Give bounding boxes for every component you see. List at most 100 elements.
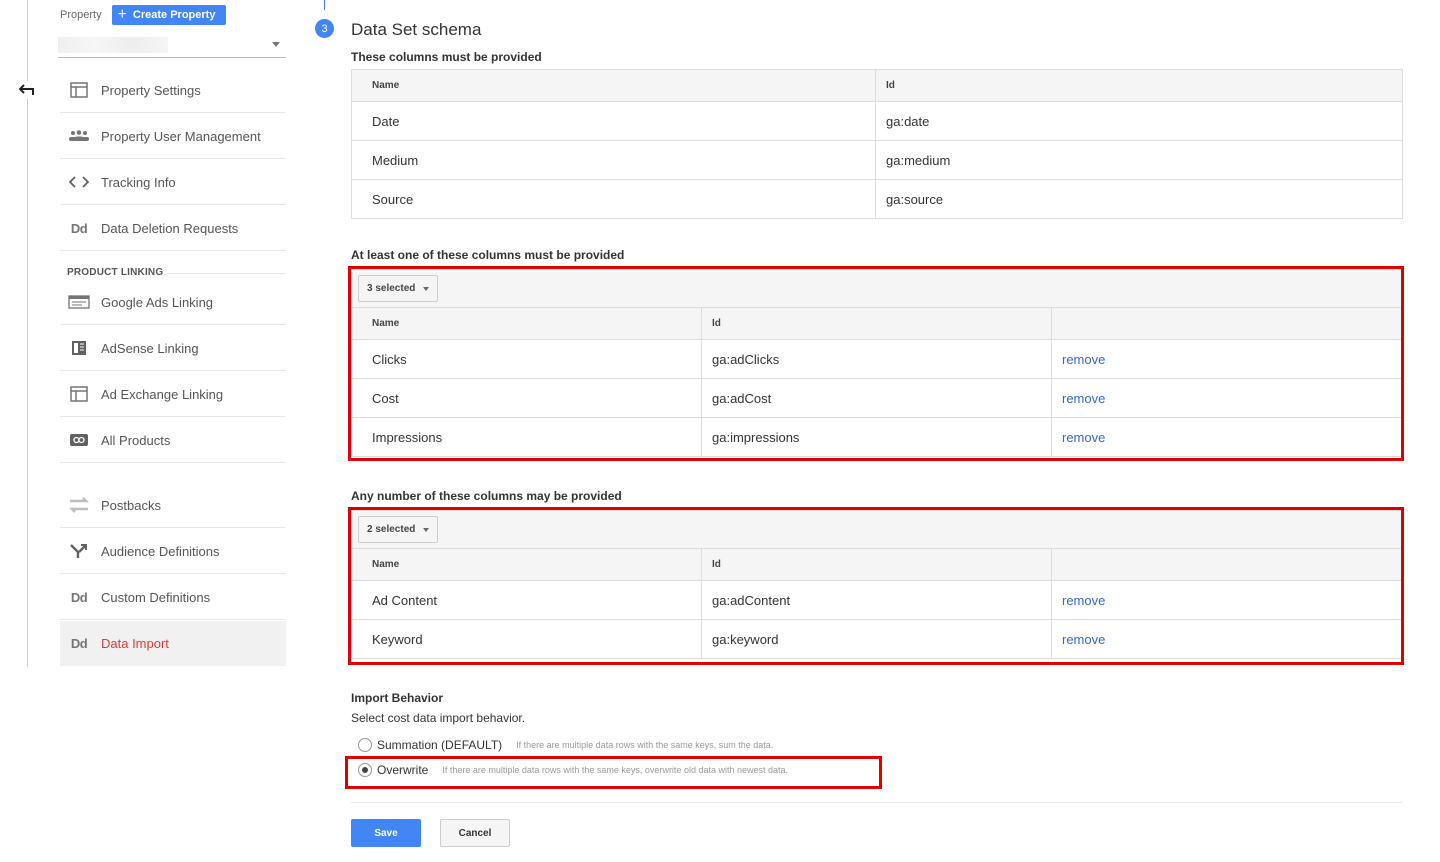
any-number-table: 2 selected Name Id Ad Content ga:adConte… [351, 510, 1403, 659]
summation-radio-option[interactable]: Summation (DEFAULT) If there are multipl… [358, 738, 773, 752]
sidebar-item-label: All Products [101, 432, 171, 448]
adsense-icon [68, 340, 90, 356]
link-icon [68, 434, 90, 446]
table-row: Medium ga:medium [351, 140, 1403, 180]
selected-count: 2 selected [367, 524, 416, 535]
chevron-down-icon [423, 286, 430, 291]
radio-description: If there are multiple data rows with the… [442, 765, 789, 775]
remove-link[interactable]: remove [1051, 417, 1403, 457]
row-name: Source [351, 179, 876, 219]
sidebar-item-data-import[interactable]: Dd Data Import [60, 621, 286, 666]
import-behavior-heading: Import Behavior [351, 691, 444, 705]
dd-icon: Dd [70, 589, 88, 605]
sidebar-item-tracking-info[interactable]: Tracking Info [60, 160, 286, 205]
radio-button-unchecked[interactable] [358, 738, 372, 752]
radio-description: If there are multiple data rows with the… [516, 740, 774, 750]
row-id: ga:medium [875, 140, 1403, 180]
dd-icon: Dd [70, 636, 88, 651]
sidebar-item-label: Ad Exchange Linking [101, 386, 224, 402]
people-icon [68, 130, 90, 142]
back-button[interactable] [13, 81, 41, 99]
dd-icon: Dd [70, 220, 88, 236]
sidebar-item-label: Property User Management [101, 128, 261, 144]
sidebar-item-label: Data Import [101, 636, 169, 651]
remove-link[interactable]: remove [1051, 619, 1403, 659]
remove-link[interactable]: remove [1051, 580, 1403, 620]
overwrite-radio-option[interactable]: Overwrite If there are multiple data row… [358, 763, 788, 777]
row-name: Cost [351, 378, 702, 418]
sidebar-item-google-ads-linking[interactable]: Google Ads Linking [60, 280, 286, 325]
row-name: Clicks [351, 339, 702, 379]
row-name: Ad Content [351, 580, 702, 620]
sidebar-item-label: Google Ads Linking [101, 294, 214, 310]
row-id: ga:keyword [701, 619, 1052, 659]
column-select-dropdown[interactable]: 2 selected [358, 516, 439, 543]
sidebar-item-adsense-linking[interactable]: AdSense Linking [60, 326, 286, 371]
row-name: Keyword [351, 619, 702, 659]
remove-link[interactable]: remove [1051, 378, 1403, 418]
sidebar-item-property-settings[interactable]: Property Settings [60, 68, 286, 113]
row-name: Date [351, 101, 876, 141]
column-select-dropdown[interactable]: 3 selected [358, 275, 439, 302]
step-number-badge: 3 [315, 19, 334, 38]
column-header-action [1051, 307, 1403, 340]
row-name: Impressions [351, 417, 702, 457]
column-header-action [1051, 548, 1403, 581]
table-row: Ad Content ga:adContent remove [351, 580, 1403, 620]
at-least-one-heading: At least one of these columns must be pr… [351, 248, 625, 262]
sidebar-item-data-deletion-requests[interactable]: Dd Data Deletion Requests [60, 206, 286, 251]
sidebar-item-property-user-management[interactable]: Property User Management [60, 114, 286, 159]
table-header-row: Name Id [351, 69, 1403, 102]
form-divider [351, 802, 1402, 803]
page-title: Data Set schema [351, 20, 482, 39]
table-row: Clicks ga:adClicks remove [351, 339, 1403, 379]
window-icon [68, 82, 90, 98]
cancel-button[interactable]: Cancel [440, 819, 510, 847]
row-id: ga:adContent [701, 580, 1052, 620]
table-header-row: Name Id [351, 307, 1403, 340]
navigation-rail-line [27, 0, 28, 667]
plus-icon: + [117, 6, 127, 23]
any-number-heading: Any number of these columns may be provi… [351, 489, 622, 503]
radio-button-checked[interactable] [358, 763, 372, 777]
sidebar-item-label: AdSense Linking [101, 340, 199, 356]
table-header-row: Name Id [351, 548, 1403, 581]
chevron-down-icon [423, 527, 430, 532]
sidebar-item-postbacks[interactable]: Postbacks [60, 483, 286, 528]
sidebar-item-all-products[interactable]: All Products [60, 418, 286, 463]
postbacks-icon [68, 496, 90, 514]
at-least-one-table: 3 selected Name Id Clicks ga:adClicks re… [351, 269, 1403, 457]
step-connector [324, 0, 325, 10]
property-name-redacted [58, 37, 168, 53]
sidebar-item-custom-definitions[interactable]: Dd Custom Definitions [60, 575, 286, 620]
sidebar-item-audience-definitions[interactable]: Audience Definitions [60, 529, 286, 574]
property-label: Property [60, 9, 102, 21]
google-ads-icon [68, 295, 90, 309]
sidebar-item-label: Audience Definitions [101, 543, 220, 559]
sidebar-item-label: Property Settings [101, 82, 201, 98]
sidebar-item-label: Postbacks [101, 497, 161, 513]
row-id: ga:date [875, 101, 1403, 141]
property-selector[interactable] [58, 34, 286, 58]
column-header-name: Name [351, 548, 702, 581]
remove-link[interactable]: remove [1051, 339, 1403, 379]
row-id: ga:source [875, 179, 1403, 219]
code-icon [68, 176, 90, 188]
table-row: Date ga:date [351, 101, 1403, 141]
product-linking-heading: PRODUCT LINKING [67, 267, 164, 278]
window-icon [68, 386, 90, 402]
chevron-down-icon [272, 42, 280, 47]
column-header-id: Id [875, 69, 1403, 102]
save-button[interactable]: Save [351, 819, 421, 847]
section-divider [167, 273, 286, 274]
selected-count: 3 selected [367, 283, 416, 294]
create-property-label: Create Property [132, 9, 216, 21]
create-property-button[interactable]: + Create Property [111, 5, 227, 25]
required-columns-table: Name Id Date ga:date Medium ga:medium So… [351, 69, 1403, 219]
table-row: Impressions ga:impressions remove [351, 417, 1403, 457]
radio-label: Overwrite [377, 763, 429, 777]
table-row: Cost ga:adCost remove [351, 378, 1403, 418]
radio-dot-icon [362, 767, 368, 773]
table-row: Keyword ga:keyword remove [351, 619, 1403, 659]
sidebar-item-ad-exchange-linking[interactable]: Ad Exchange Linking [60, 372, 286, 417]
